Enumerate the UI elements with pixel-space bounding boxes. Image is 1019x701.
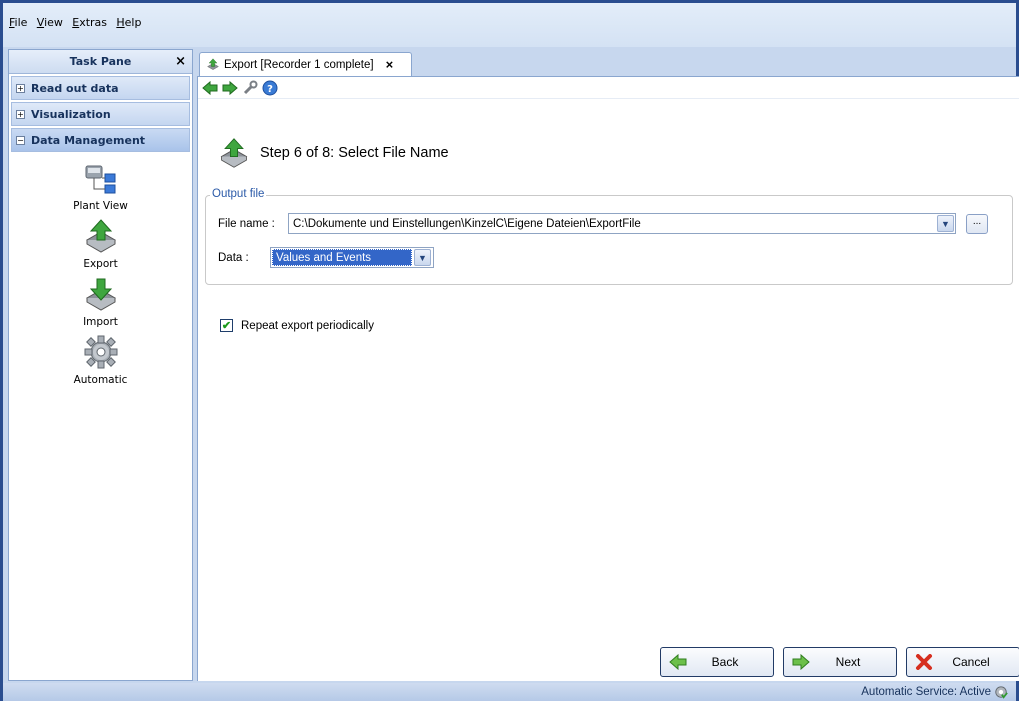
menu-file[interactable]: File — [9, 16, 27, 29]
next-button-label: Next — [835, 655, 861, 669]
export-icon — [85, 219, 116, 253]
cancel-button-label: Cancel — [952, 655, 990, 669]
tool-export[interactable]: Export — [41, 218, 161, 270]
wizard-step-header: Step 6 of 8: Select File Name — [218, 137, 449, 169]
export-wizard-pane: ? Step 6 of 8: Select File Name Output f… — [197, 76, 1019, 681]
data-management-tools: Plant View Export Import Automatic — [9, 160, 192, 386]
repeat-export-checkbox-row[interactable]: ✔ Repeat export periodically — [220, 319, 374, 332]
status-bar: Automatic Service: Active — [3, 683, 1016, 701]
help-icon[interactable]: ? — [262, 80, 278, 96]
tool-import[interactable]: Import — [41, 276, 161, 328]
task-pane-header: Task Pane × — [9, 50, 192, 74]
menu-help[interactable]: Help — [116, 16, 141, 29]
wrench-icon[interactable] — [242, 80, 258, 96]
back-arrow-icon — [669, 654, 687, 670]
main-content: Export [Recorder 1 complete] × ? Step 6 … — [197, 49, 1019, 681]
menu-bar: File View Extras Help — [3, 3, 1016, 47]
wizard-step-title: Step 6 of 8: Select File Name — [260, 145, 449, 161]
browse-button[interactable]: ... — [966, 213, 988, 234]
section-read-out-data[interactable]: + Read out data — [11, 76, 190, 100]
section-label: Data Management — [31, 133, 146, 147]
chevron-down-icon[interactable]: ▼ — [937, 215, 954, 232]
tool-label: Automatic — [73, 374, 128, 386]
data-row: Data : Values and Events ▼ — [218, 247, 434, 268]
data-label: Data : — [218, 251, 249, 264]
task-pane-close-button[interactable]: × — [175, 54, 186, 69]
tool-label: Export — [83, 258, 118, 270]
back-arrow-icon[interactable] — [202, 80, 218, 96]
repeat-export-label: Repeat export periodically — [241, 319, 374, 332]
tab-label: Export [Recorder 1 complete] — [224, 58, 374, 71]
next-button[interactable]: Next — [783, 647, 897, 677]
cancel-button[interactable]: Cancel — [906, 647, 1019, 677]
plant-view-icon — [85, 165, 115, 194]
file-name-label: File name : — [218, 217, 275, 230]
section-data-management[interactable]: − Data Management — [11, 128, 190, 152]
import-icon — [85, 278, 116, 311]
menu-extras[interactable]: Extras — [72, 16, 107, 29]
section-label: Read out data — [31, 81, 119, 95]
collapse-icon[interactable]: − — [16, 135, 25, 145]
expand-icon[interactable]: + — [16, 83, 25, 93]
status-text: Automatic Service: Active — [861, 686, 991, 698]
back-button[interactable]: Back — [660, 647, 774, 677]
file-name-row: File name : C:\Dokumente und Einstellung… — [218, 213, 988, 234]
tab-export[interactable]: Export [Recorder 1 complete] × — [199, 52, 412, 76]
menu-view[interactable]: View — [37, 16, 63, 29]
tool-label: Import — [83, 316, 118, 328]
tool-plant-view[interactable]: Plant View — [41, 160, 161, 212]
forward-arrow-icon[interactable] — [222, 80, 238, 96]
export-icon — [220, 138, 248, 168]
repeat-export-checkbox[interactable]: ✔ — [220, 319, 233, 332]
task-pane: Task Pane × + Read out data + Visualizat… — [8, 49, 193, 681]
output-file-group: Output file File name : C:\Dokumente und… — [205, 188, 1013, 285]
wizard-toolbar: ? — [198, 77, 1019, 99]
file-name-combobox[interactable]: C:\Dokumente und Einstellungen\KinzelC\E… — [288, 213, 956, 234]
section-label: Visualization — [31, 107, 111, 121]
tab-strip: Export [Recorder 1 complete] × — [197, 49, 1019, 76]
task-pane-title: Task Pane — [69, 55, 132, 68]
expand-icon[interactable]: + — [16, 109, 25, 119]
gear-icon — [84, 335, 117, 369]
data-select[interactable]: Values and Events ▼ — [270, 247, 434, 268]
data-select-value: Values and Events — [272, 249, 412, 266]
svg-text:?: ? — [267, 84, 273, 95]
section-visualization[interactable]: + Visualization — [11, 102, 190, 126]
back-button-label: Back — [711, 655, 739, 669]
service-gear-icon — [995, 686, 1008, 699]
chevron-down-icon[interactable]: ▼ — [414, 249, 431, 266]
group-legend: Output file — [210, 188, 267, 200]
tool-automatic[interactable]: Automatic — [41, 334, 161, 386]
forward-arrow-icon — [792, 654, 810, 670]
tool-label: Plant View — [73, 200, 128, 212]
export-icon — [207, 57, 219, 70]
cancel-x-icon — [916, 654, 932, 670]
file-name-value: C:\Dokumente und Einstellungen\KinzelC\E… — [293, 217, 641, 230]
tab-close-button[interactable]: × — [386, 57, 394, 72]
